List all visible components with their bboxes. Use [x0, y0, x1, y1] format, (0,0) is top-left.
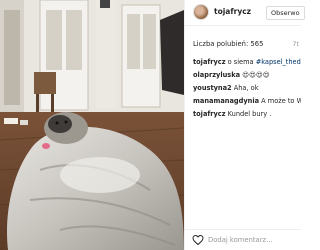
post-time[interactable]: 7t	[292, 40, 299, 48]
post-sidebar: tojafrycz Obserwo Liczba polubień: 565 7…	[184, 0, 305, 250]
likes-count[interactable]: Liczba polubień: 565	[193, 40, 263, 48]
comment: manamanagdynia A może to Wilczarz	[193, 95, 301, 108]
dog-on-floor-image	[0, 0, 184, 250]
comment-text: 😍😍😍😍	[240, 71, 270, 79]
follow-button[interactable]: Obserwo	[266, 6, 305, 20]
comment: olaprzyluska 😍😍😍😍	[193, 69, 301, 82]
comment-username[interactable]: youstyna2	[193, 84, 232, 92]
comment: tojafrycz o siema #kapsel_thedog	[193, 56, 301, 69]
hashtag-link[interactable]: #kapsel_thedog	[256, 58, 301, 66]
avatar[interactable]	[193, 4, 209, 20]
comments-list: tojafrycz o siema #kapsel_thedog olaprzy…	[193, 56, 301, 121]
comment: youstyna2 Aha, ok	[193, 82, 301, 95]
post-header: tojafrycz Obserwo	[185, 0, 305, 26]
comment-text: Aha, ok	[231, 84, 259, 92]
comment-text: o siema	[225, 58, 256, 66]
author-username[interactable]: tojafrycz	[214, 7, 251, 16]
post-photo[interactable]	[0, 0, 184, 250]
comment-text: A może to Wilczarz	[261, 97, 301, 105]
likes-row: Liczba polubień: 565 7t	[193, 40, 299, 48]
comment-bar: Dodaj komentarz...	[185, 229, 301, 250]
heart-icon[interactable]	[192, 234, 204, 246]
comment-username[interactable]: olaprzyluska	[193, 71, 240, 79]
add-comment-input[interactable]: Dodaj komentarz...	[208, 236, 273, 244]
comment-username[interactable]: tojafrycz	[193, 110, 226, 118]
comment-username[interactable]: tojafrycz	[193, 58, 226, 66]
comment-username[interactable]: manamanagdynia	[193, 97, 259, 105]
comment: tojafrycz Kundel bury .	[193, 108, 301, 121]
comment-text: Kundel bury .	[225, 110, 272, 118]
